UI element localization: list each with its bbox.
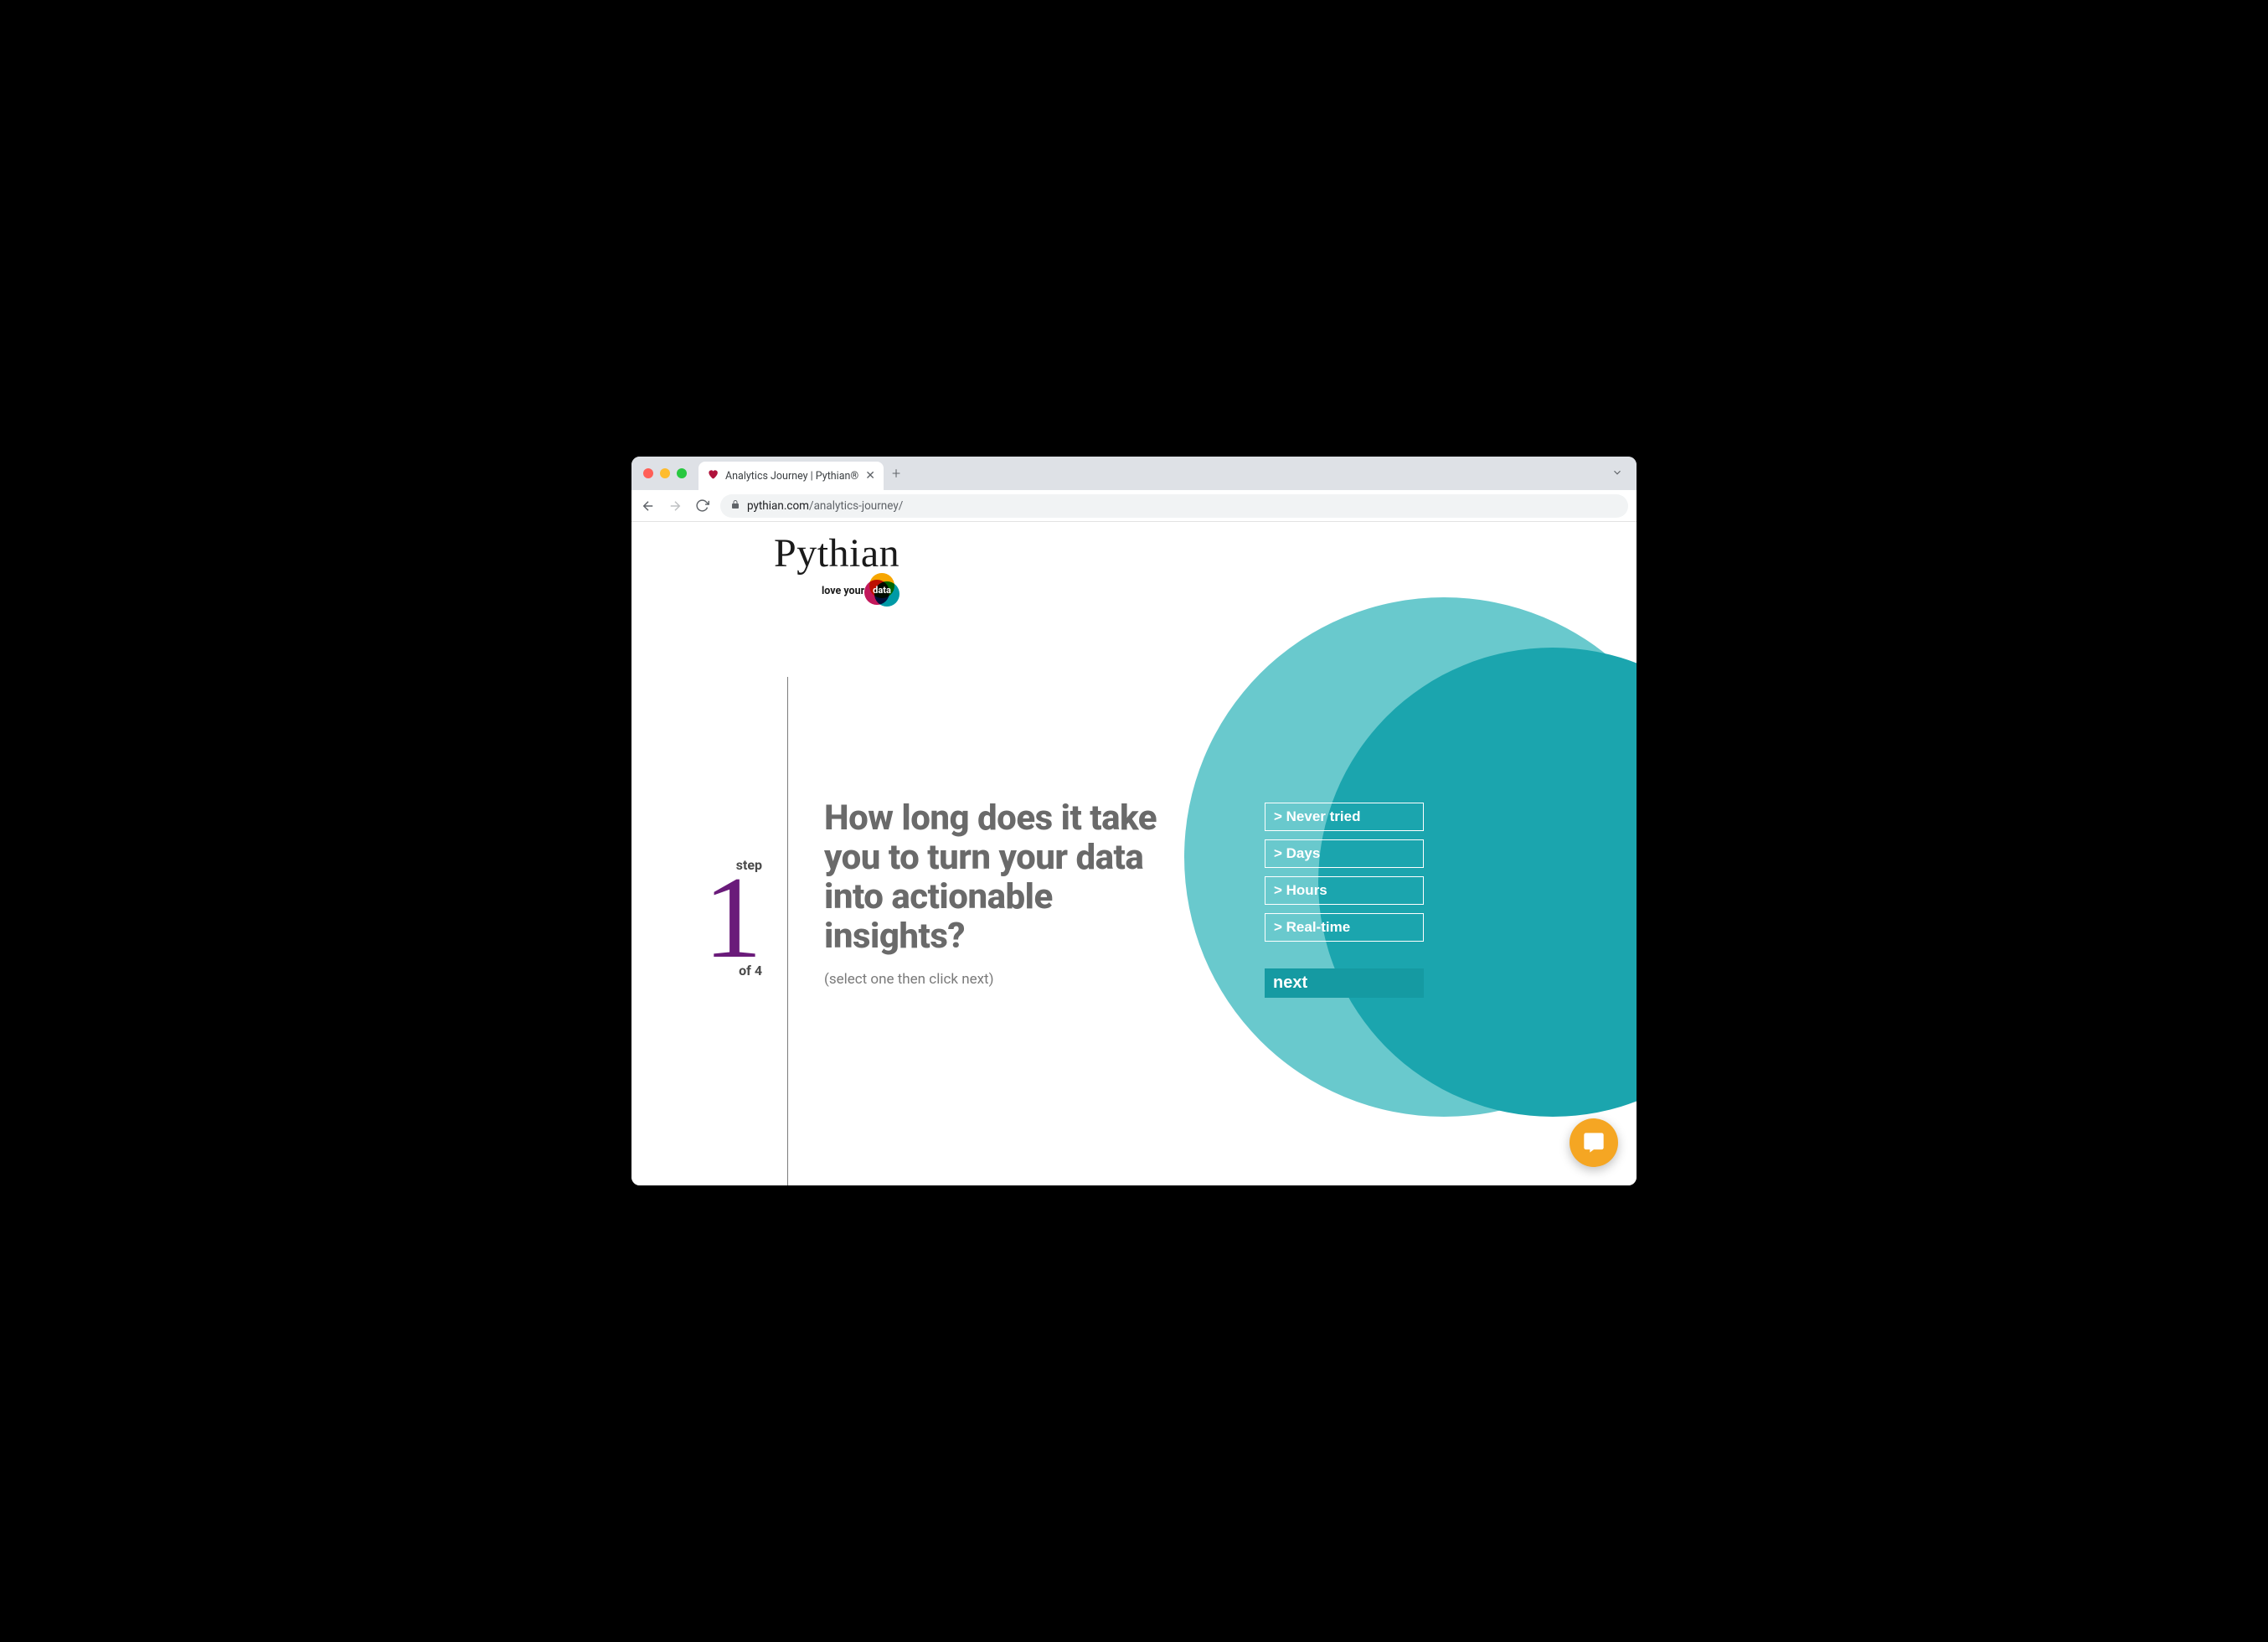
lock-icon [730, 499, 740, 513]
window-close-button[interactable] [643, 468, 653, 478]
browser-toolbar: pythian.com/analytics-journey/ [631, 490, 1637, 522]
question-hint: (select one then click next) [824, 971, 1184, 988]
question-block: How long does it take you to turn your d… [824, 798, 1184, 988]
url-text: pythian.com/analytics-journey/ [747, 499, 903, 513]
forward-button[interactable] [667, 498, 683, 514]
back-button[interactable] [640, 498, 657, 514]
option-hours[interactable]: > Hours [1265, 876, 1424, 905]
chat-icon [1582, 1131, 1606, 1154]
reload-button[interactable] [693, 498, 710, 514]
next-button[interactable]: next [1265, 968, 1424, 998]
brand-logo[interactable]: Pythian love your data [774, 530, 899, 608]
brand-name: Pythian [774, 530, 899, 576]
page-viewport: Pythian love your data step 1 of 4 How l… [631, 522, 1637, 1185]
address-bar[interactable]: pythian.com/analytics-journey/ [720, 494, 1628, 518]
options-list: > Never tried > Days > Hours > Real-time… [1265, 803, 1424, 998]
heart-icon [707, 468, 719, 483]
chevron-down-icon[interactable] [1611, 466, 1623, 482]
new-tab-button[interactable]: + [892, 465, 900, 483]
question-text: How long does it take you to turn your d… [824, 798, 1184, 956]
chat-button[interactable] [1570, 1118, 1618, 1167]
tab-bar: Analytics Journey | Pythian® ✕ + [631, 457, 1637, 490]
step-indicator: step 1 of 4 [662, 857, 762, 978]
window-controls [643, 468, 687, 478]
step-number: 1 [662, 868, 762, 968]
vertical-divider [787, 677, 788, 1185]
browser-tab[interactable]: Analytics Journey | Pythian® ✕ [698, 462, 884, 490]
window-zoom-button[interactable] [677, 468, 687, 478]
close-icon[interactable]: ✕ [865, 469, 875, 483]
browser-window: Analytics Journey | Pythian® ✕ + pythian… [631, 457, 1637, 1185]
option-days[interactable]: > Days [1265, 839, 1424, 868]
option-real-time[interactable]: > Real-time [1265, 913, 1424, 942]
logo-orb-icon: data [864, 573, 899, 608]
option-never-tried[interactable]: > Never tried [1265, 803, 1424, 831]
window-minimize-button[interactable] [660, 468, 670, 478]
brand-tagline: love your data [774, 573, 899, 608]
tab-title: Analytics Journey | Pythian® [725, 470, 858, 483]
